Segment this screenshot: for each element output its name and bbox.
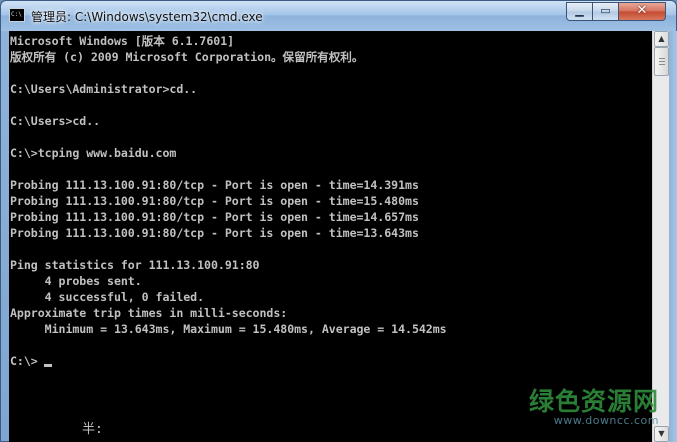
console-line: C:\>tcping www.baidu.com [10, 146, 177, 160]
console-output[interactable]: Microsoft Windows [版本 6.1.7601] 版权所有 (c) … [9, 31, 652, 442]
grip-line [659, 61, 665, 62]
window-title: 管理员: C:\Windows\system32\cmd.exe [31, 10, 263, 24]
scroll-thumb[interactable] [654, 47, 669, 76]
grip-line [659, 58, 665, 59]
console-line: C:\> [10, 354, 38, 368]
cmd-app-icon[interactable]: C:\ [9, 8, 25, 22]
console-line: Probing 111.13.100.91:80/tcp - Port is o… [10, 178, 419, 192]
console-line: 4 probes sent. [10, 274, 142, 288]
cmd-window: C:\ 管理员: C:\Windows\system32\cmd.exe ▁ ▭… [0, 0, 677, 442]
maximize-icon: ▭ [600, 4, 611, 17]
console-line: Probing 111.13.100.91:80/tcp - Port is o… [10, 210, 419, 224]
console-line: Probing 111.13.100.91:80/tcp - Port is o… [10, 194, 419, 208]
watermark-logo-text: 绿色资源网 [528, 387, 659, 416]
grip-line [659, 64, 665, 65]
minimize-button[interactable]: ▁ [566, 2, 593, 21]
text-cursor [44, 364, 52, 367]
console-line: Approximate trip times in milli-seconds: [10, 306, 288, 320]
window-frame-right [669, 31, 677, 442]
minimize-icon: ▁ [575, 4, 584, 17]
console-line: C:\Users>cd.. [10, 114, 101, 128]
console-line: Microsoft Windows [版本 6.1.7601] [10, 34, 235, 48]
console-line: 版权所有 (c) 2009 Microsoft Corporation。保留所有… [10, 50, 364, 64]
ime-indicator: 半: [82, 422, 103, 437]
title-bar[interactable]: C:\ 管理员: C:\Windows\system32\cmd.exe ▁ ▭… [1, 1, 676, 31]
maximize-button[interactable]: ▭ [592, 2, 619, 21]
close-button[interactable]: ✕ [618, 2, 666, 21]
console-line: Minimum = 13.643ms, Maximum = 15.480ms, … [10, 322, 447, 336]
chevron-down-icon: ▼ [658, 429, 665, 438]
scroll-up-button[interactable]: ▲ [654, 31, 669, 47]
console-line: Ping statistics for 111.13.100.91:80 [10, 258, 260, 272]
console-line: C:\Users\Administrator>cd.. [10, 82, 198, 96]
console-line: 4 successful, 0 failed. [10, 290, 205, 304]
chevron-up-icon: ▲ [658, 34, 665, 43]
vertical-scrollbar[interactable]: ▲ ▼ [652, 31, 669, 442]
close-icon: ✕ [636, 3, 648, 18]
watermark-url: www.downcc.com [553, 414, 659, 427]
console-line: Probing 111.13.100.91:80/tcp - Port is o… [10, 226, 419, 240]
site-watermark: 绿色资源网 www.downcc.com [528, 387, 659, 428]
scroll-down-button[interactable]: ▼ [654, 426, 669, 442]
